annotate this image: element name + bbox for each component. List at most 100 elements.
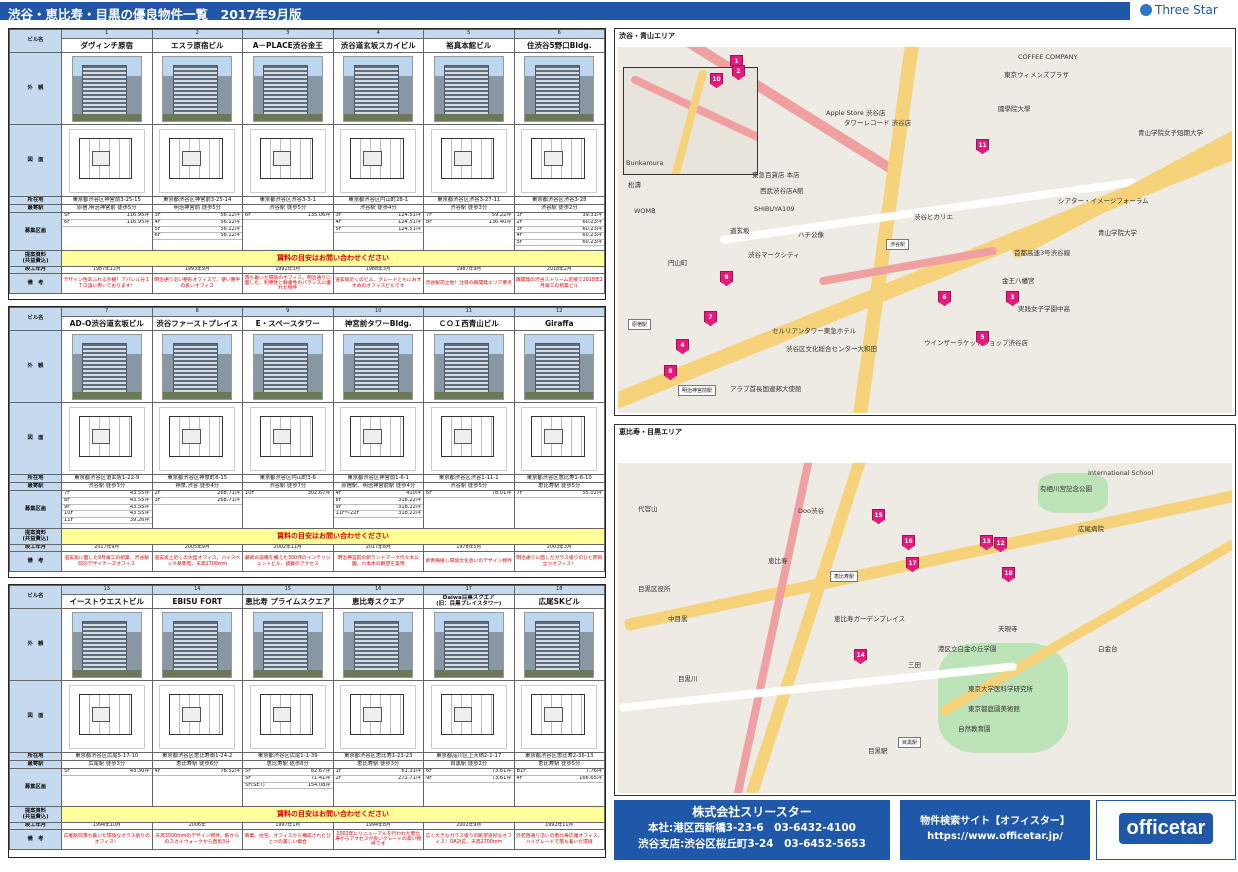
building-photo[interactable]	[162, 611, 233, 678]
building-photo[interactable]	[71, 55, 142, 122]
floor-plan[interactable]	[340, 406, 417, 471]
floor-plan[interactable]	[68, 128, 145, 193]
station-meijijingumae[interactable]: 明治神宮前駅	[678, 385, 717, 396]
building-name-cell[interactable]: E・スペースタワー	[242, 316, 334, 331]
floor-plan[interactable]	[340, 128, 417, 193]
map-shibuya-aoyama[interactable]: 渋谷・青山エリア 1 2 3 4 5 6 7 8 9 10 11 渋谷駅 原宿駅 明治神宮前駅 COFFEE…	[614, 28, 1236, 416]
building-photo[interactable]	[71, 611, 142, 678]
building-name-cell[interactable]: エスラ原宿ビル	[151, 38, 243, 53]
map-ebisu-meguro[interactable]: 恵比寿・目黒エリア 13 14 15 16 17 18 12 恵比寿駅 目黒駅 東京都庭園美術館 有…	[614, 424, 1236, 796]
built-date: 1988年3月	[332, 266, 424, 274]
floor-plan[interactable]	[249, 684, 326, 749]
label-floors: 募集区画	[9, 768, 62, 807]
building-name-cell[interactable]: 裕真本館ビル	[423, 38, 515, 53]
site-box[interactable]: 物件検索サイト【オフィスター】 https://www.officetar.jp…	[900, 800, 1090, 860]
map-pin-15[interactable]: 15	[872, 509, 885, 524]
floor-plan[interactable]	[68, 406, 145, 471]
building-name-cell[interactable]: 恵比寿スクエア	[332, 594, 424, 609]
building-photo[interactable]	[252, 611, 323, 678]
floor-plan[interactable]	[159, 128, 236, 193]
row-photo: 外 観	[9, 52, 605, 125]
access: 渋谷駅 徒歩5分	[423, 482, 515, 491]
map-pin-label: 8	[668, 368, 673, 375]
map-pin-9[interactable]: 9	[720, 271, 733, 286]
building-name-cell[interactable]: Daiwa目黒スクエア (旧：目黒プレイスタワー)	[423, 594, 515, 609]
station-shibuya[interactable]: 渋谷駅	[886, 239, 910, 250]
map1-label: 実践女子学園中高	[1018, 305, 1070, 313]
station-harajuku[interactable]: 原宿駅	[628, 319, 652, 330]
brand-logo: Three Star	[1140, 3, 1236, 21]
building-photo[interactable]	[433, 611, 504, 678]
building-name-cell[interactable]: 広尾SKビル	[513, 594, 605, 609]
floor-plan[interactable]	[430, 684, 507, 749]
map-pin-11[interactable]: 11	[976, 139, 989, 154]
building-photo[interactable]	[252, 333, 323, 400]
building-name-cell[interactable]: ＣＯＩ西青山ビル	[423, 316, 515, 331]
building-photo[interactable]	[343, 55, 414, 122]
address: 東京都渋谷区道玄坂1-22-9	[61, 474, 153, 483]
floor-plan[interactable]	[521, 684, 598, 749]
row-photo: 外 観	[9, 330, 605, 403]
floor-plan[interactable]	[521, 128, 598, 193]
map-pin-4[interactable]: 4	[676, 339, 689, 354]
floors-cell: 5F 82.67坪 5F 71.41坪 5F(SET) 154.08坪	[242, 768, 334, 807]
map2-label: 東京都庭園美術館	[968, 705, 1020, 713]
map-pin-16[interactable]: 16	[902, 535, 915, 550]
building-photo[interactable]	[524, 55, 595, 122]
floor-plan[interactable]	[340, 684, 417, 749]
map-pin-6[interactable]: 6	[938, 291, 951, 306]
building-photo[interactable]	[343, 611, 414, 678]
map2-label: 港区立白金の丘学園	[938, 645, 997, 653]
building-number: 6	[513, 29, 605, 39]
map-pin-7[interactable]: 7	[704, 311, 717, 326]
building-photo[interactable]	[162, 55, 233, 122]
building-name-cell[interactable]: 住渋谷5野口Bldg.	[513, 38, 605, 53]
building-name-cell[interactable]: 恵比寿 プライムスクエア	[242, 594, 334, 609]
remarks: 広く大きなガラス張りの眺望良好なオフィス！OA対応、天高2700mm	[423, 829, 515, 850]
floors-cell: 6F 135.06坪	[242, 212, 334, 251]
floor-area: 136.40坪	[468, 219, 514, 227]
building-photo[interactable]	[433, 333, 504, 400]
map1-canvas[interactable]: 1 2 3 4 5 6 7 8 9 10 11 渋谷駅 原宿駅 明治神宮前駅 COFFEE COMPANY 東…	[618, 47, 1232, 413]
building-name-cell[interactable]: 神宮前タワーBldg.	[332, 316, 424, 331]
map-pin-18[interactable]: 18	[1002, 567, 1015, 582]
floor-row: 6F 116.95坪	[62, 219, 152, 227]
building-photo[interactable]	[252, 55, 323, 122]
floor-plan[interactable]	[68, 684, 145, 749]
building-name-cell[interactable]: 渋谷道玄坂スカイビル	[332, 38, 424, 53]
floor-plan[interactable]	[159, 684, 236, 749]
map-pin-label: 16	[904, 538, 913, 545]
map2-label: 白金台	[1098, 645, 1118, 653]
map1-label: 渋谷ヒカリエ	[914, 213, 953, 221]
floor-plan[interactable]	[430, 128, 507, 193]
floor-plan[interactable]	[249, 128, 326, 193]
building-name-cell[interactable]: Giraffa	[513, 316, 605, 331]
remarks: 明治通り沿い整形オフィスで、使い勝手の良いオフィス	[151, 273, 243, 294]
building-photo[interactable]	[343, 333, 414, 400]
photo-cell	[513, 52, 605, 125]
floor-plan[interactable]	[159, 406, 236, 471]
plan-cell	[332, 124, 424, 197]
station-ebisu[interactable]: 恵比寿駅	[830, 571, 859, 582]
road-major	[618, 136, 1232, 413]
building-photo[interactable]	[71, 333, 142, 400]
map2-canvas[interactable]: 13 14 15 16 17 18 12 恵比寿駅 目黒駅 東京都庭園美術館 有栖川宮記念公園 恵比寿…	[618, 463, 1232, 793]
building-name-cell[interactable]: イーストウエストビル	[61, 594, 153, 609]
map-pin-14[interactable]: 14	[854, 649, 867, 664]
building-photo[interactable]	[524, 333, 595, 400]
building-name-cell[interactable]: AD-O渋谷道玄坂ビル	[61, 316, 153, 331]
building-photo[interactable]	[524, 611, 595, 678]
floor-area: 271.71坪	[378, 775, 423, 783]
site-url[interactable]: https://www.officetar.jp/	[900, 829, 1090, 844]
station-meguro[interactable]: 目黒駅	[898, 737, 922, 748]
building-name-cell[interactable]: ダヴィンチ原宿	[61, 38, 153, 53]
building-photo[interactable]	[162, 333, 233, 400]
building-name-cell[interactable]: A－PLACE渋谷金王	[242, 38, 334, 53]
building-name-cell[interactable]: 渋谷ファーストプレイス	[151, 316, 243, 331]
plan-cell	[513, 680, 605, 753]
building-name-cell[interactable]: EBISU FORT	[151, 594, 243, 609]
floor-plan[interactable]	[249, 406, 326, 471]
floor-plan[interactable]	[430, 406, 507, 471]
floor-plan[interactable]	[521, 406, 598, 471]
building-photo[interactable]	[433, 55, 504, 122]
